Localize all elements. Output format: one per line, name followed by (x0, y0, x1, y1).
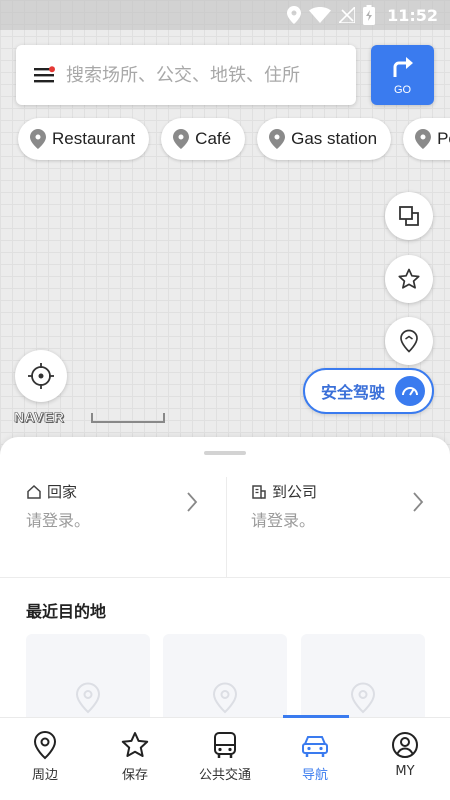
active-tab-indicator (283, 715, 349, 718)
chip-label: Gas station (291, 129, 378, 148)
location-pin-icon (269, 129, 286, 149)
chip-label: Café (195, 129, 232, 148)
location-pin-icon (75, 682, 101, 714)
safe-drive-button[interactable]: 安全驾驶 (303, 368, 434, 414)
chevron-right-icon (413, 492, 424, 512)
chip-restaurant[interactable]: Restaurant (18, 118, 150, 160)
nearby-button[interactable] (385, 317, 433, 365)
nav-label: 导航 (301, 768, 328, 783)
go-label: GO (393, 83, 412, 96)
building-icon (252, 484, 266, 499)
naver-logo: NAVER (14, 409, 65, 426)
location-pin-icon (350, 682, 376, 714)
location-pin-icon (212, 682, 238, 714)
user-profile-icon (392, 732, 418, 758)
chip-partial[interactable]: Pe (403, 118, 450, 160)
battery-charging-icon (363, 5, 376, 25)
shortcut-work[interactable]: 到公司 请登录。 (225, 477, 450, 577)
layers-icon (399, 206, 419, 226)
chevron-right-icon (187, 492, 198, 512)
location-pin-icon (30, 129, 46, 149)
recent-destinations-title: 最近目的地 (26, 602, 107, 621)
go-button[interactable]: GO (371, 45, 434, 105)
recent-destination-card[interactable] (163, 634, 287, 717)
category-chips: Restaurant Café Gas station Pe (18, 118, 450, 160)
nav-label: 保存 (121, 768, 148, 783)
my-location-button[interactable] (15, 350, 67, 402)
bus-icon (214, 732, 236, 758)
nav-tab-saved[interactable]: 保存 (90, 718, 180, 800)
sheet-drag-handle[interactable] (204, 451, 246, 455)
favorites-button[interactable] (385, 255, 433, 303)
safe-drive-label: 安全驾驶 (321, 383, 386, 402)
nav-tab-my[interactable]: MY (360, 718, 450, 800)
no-signal-icon (339, 7, 356, 23)
clock-time: 11:52 (387, 5, 438, 25)
chip-label: Restaurant (52, 129, 136, 148)
chip-gas-station[interactable]: Gas station (257, 118, 392, 160)
recent-destination-card[interactable] (26, 634, 150, 717)
shortcut-home[interactable]: 回家 请登录。 (0, 477, 225, 577)
menu-icon[interactable] (32, 63, 56, 87)
bottom-sheet: 回家 请登录。 到公司 请登录。 最近目的地 (0, 437, 450, 717)
car-icon (302, 736, 328, 757)
recent-destination-card[interactable] (301, 634, 425, 717)
search-input[interactable] (66, 64, 336, 86)
crosshair-icon (28, 363, 54, 389)
location-pin-icon (173, 129, 190, 149)
star-icon (121, 732, 149, 757)
location-pin-icon (415, 129, 432, 149)
chip-label: Pe (437, 129, 450, 148)
nav-tab-transit[interactable]: 公共交通 (180, 718, 270, 800)
map-scale-bar (91, 413, 165, 423)
status-bar: 11:52 (0, 0, 450, 30)
nav-label: MY (395, 764, 415, 779)
map-layers-button[interactable] (385, 192, 433, 240)
location-pin-icon (400, 329, 418, 353)
nav-tab-navigation[interactable]: 导航 (270, 718, 360, 800)
location-pin-icon (33, 730, 57, 760)
nav-label: 公共交通 (198, 768, 251, 783)
star-icon (398, 268, 420, 289)
bottom-nav: 周边 保存 公共交通 导航 MY (0, 715, 450, 800)
home-label: 回家 (47, 483, 78, 501)
nav-tab-nearby[interactable]: 周边 (0, 718, 90, 800)
wifi-icon (309, 7, 332, 23)
search-box[interactable] (16, 45, 356, 105)
work-label: 到公司 (272, 483, 318, 501)
home-icon (27, 484, 41, 499)
speedometer-icon (395, 376, 426, 406)
nav-label: 周边 (31, 768, 58, 783)
chip-cafe[interactable]: Café (161, 118, 246, 160)
location-icon (287, 6, 302, 24)
divider (0, 577, 450, 578)
turn-right-arrow-icon (390, 55, 416, 82)
